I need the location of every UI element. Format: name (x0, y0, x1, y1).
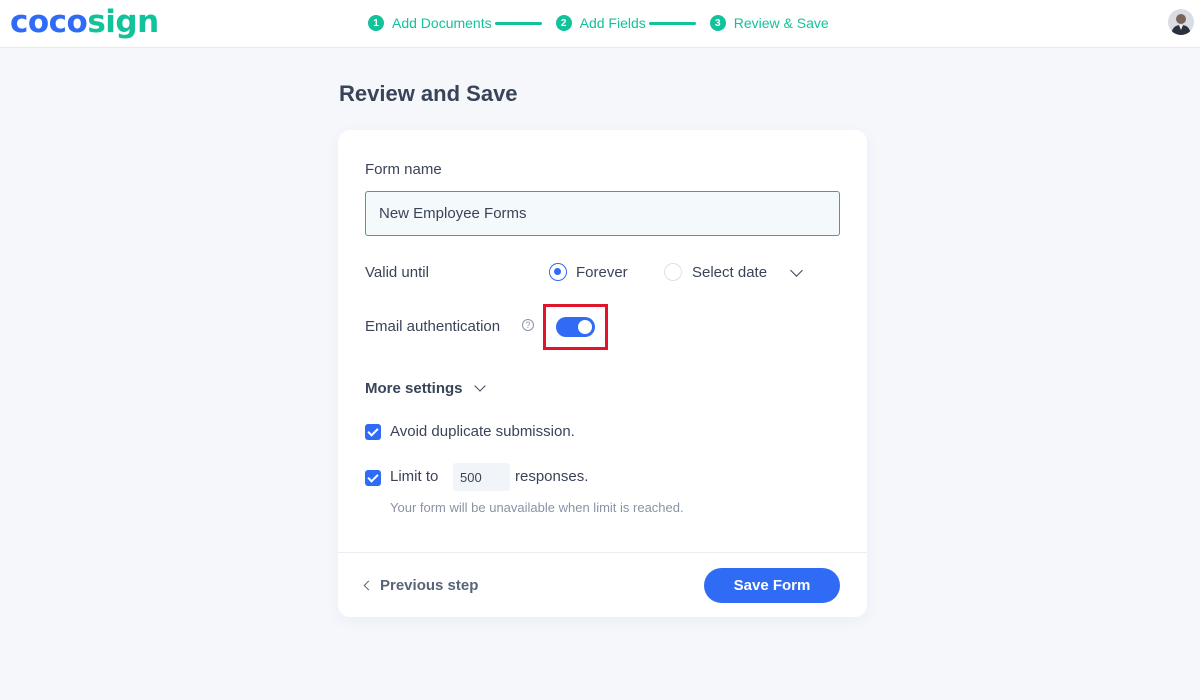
step-number-3: 3 (709, 15, 726, 31)
review-card: Form name Valid until Forever Select dat… (338, 130, 867, 617)
step-add-documents[interactable]: 1 Add Documents (368, 15, 492, 31)
previous-step-link[interactable]: Previous step (363, 577, 479, 594)
step-add-fields[interactable]: 2 Add Fields (555, 15, 646, 31)
radio-select-date-label[interactable]: Select date (692, 264, 767, 281)
more-settings-label: More settings (365, 380, 463, 397)
top-bar: cocosign 1 Add Documents 2 Add Fields 3 … (0, 0, 1200, 48)
step-progress: 1 Add Documents 2 Add Fields 3 Review & … (368, 13, 829, 33)
toggle-knob (578, 320, 592, 334)
email-authentication-label: Email authentication (365, 318, 501, 335)
avatar-icon (1168, 9, 1194, 35)
step-number-2: 2 (555, 15, 572, 31)
avoid-duplicate-label[interactable]: Avoid duplicate submission. (390, 423, 575, 440)
help-circle-icon[interactable]: ? (522, 319, 534, 331)
previous-step-label: Previous step (380, 577, 479, 594)
step-number-1: 1 (368, 15, 384, 31)
limit-prefix-label[interactable]: Limit to (390, 468, 438, 485)
chevron-down-icon[interactable] (790, 264, 803, 277)
chevron-down-icon[interactable] (474, 380, 486, 392)
step-connector-line (648, 21, 696, 25)
limit-responses-input[interactable] (453, 463, 510, 491)
limit-suffix-label: responses. (515, 468, 589, 485)
cocosign-logo[interactable]: cocosign (10, 4, 159, 40)
limit-hint-text: Your form will be unavailable when limit… (390, 500, 684, 515)
step-connector-line (494, 21, 542, 25)
save-form-button[interactable]: Save Form (704, 568, 840, 603)
form-name-label: Form name (365, 161, 442, 178)
logo-text-part2: sign (87, 4, 159, 40)
limit-responses-checkbox[interactable] (365, 470, 381, 486)
avoid-duplicate-checkbox[interactable] (365, 424, 381, 440)
radio-forever[interactable] (549, 263, 567, 281)
card-divider (338, 552, 867, 553)
step-label-review-save: Review & Save (733, 15, 829, 31)
logo-text-part1: coco (10, 4, 88, 40)
radio-forever-label[interactable]: Forever (576, 264, 628, 281)
form-name-input[interactable] (365, 191, 840, 236)
step-review-save[interactable]: 3 Review & Save (709, 15, 829, 31)
page-title: Review and Save (339, 81, 518, 106)
email-authentication-toggle[interactable] (556, 317, 595, 337)
chevron-left-icon (363, 580, 374, 591)
radio-select-date[interactable] (664, 263, 682, 281)
step-label-add-fields: Add Fields (579, 15, 646, 31)
valid-until-label: Valid until (365, 264, 429, 281)
step-label-add-documents: Add Documents (392, 15, 492, 31)
more-settings-toggle[interactable]: More settings (365, 380, 463, 397)
user-avatar[interactable] (1168, 9, 1194, 35)
